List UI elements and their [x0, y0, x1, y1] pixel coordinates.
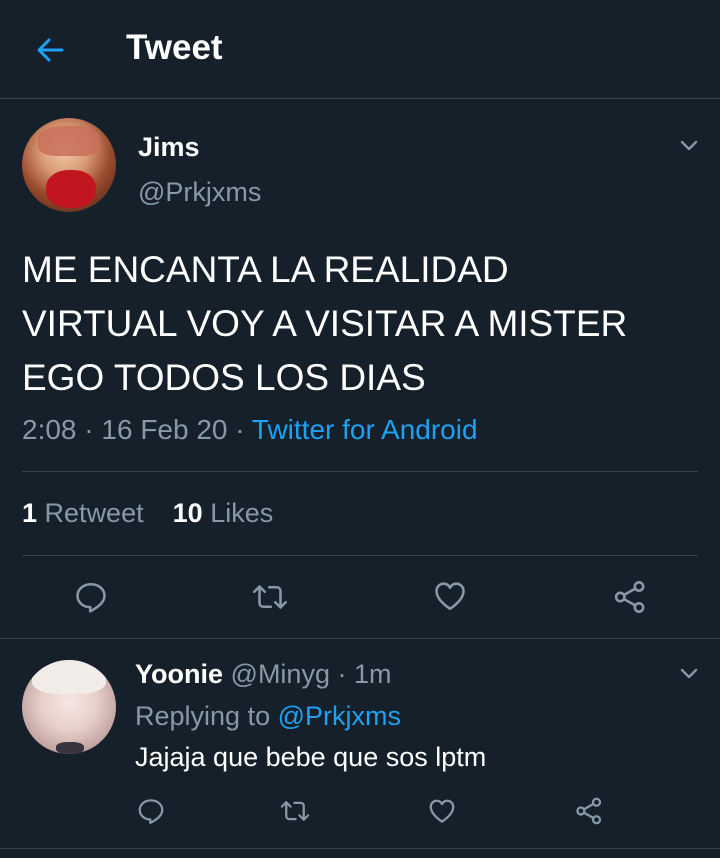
replying-to: Replying to @Prkjxms	[135, 701, 401, 732]
tweet-time: 2:08	[22, 414, 77, 445]
tweet-meta: 2:08 · 16 Feb 20 · Twitter for Android	[22, 414, 478, 446]
author-avatar[interactable]	[22, 118, 116, 212]
author-name[interactable]: Jims	[138, 132, 200, 163]
tweet-date: 16 Feb 20	[101, 414, 228, 445]
reply-age: 1m	[354, 659, 392, 689]
tweet-divider	[0, 638, 720, 639]
likes-stat[interactable]: 10 Likes	[173, 498, 274, 528]
tweet-stats: 1 Retweet 10 Likes	[22, 498, 273, 529]
replying-to-handle[interactable]: @Prkjxms	[278, 701, 401, 731]
page-title: Tweet	[126, 28, 223, 67]
likes-count: 10	[172, 498, 203, 528]
likes-label: Likes	[210, 498, 274, 528]
meta-divider	[22, 471, 698, 472]
meta-separator: ·	[337, 659, 347, 689]
tweet-text-line: EGO TODOS LOS DIAS	[22, 357, 426, 398]
avatar-hair	[32, 660, 106, 694]
meta-separator: ·	[235, 414, 245, 445]
reply-divider	[0, 848, 720, 849]
heart-icon[interactable]	[432, 578, 468, 614]
tweet-text-line: ME ENCANTA LA REALIDAD	[22, 249, 509, 290]
chevron-down-icon[interactable]	[678, 134, 700, 156]
retweet-icon[interactable]	[278, 796, 312, 826]
avatar-hair	[38, 126, 100, 156]
avatar-shirt	[56, 742, 84, 754]
header-divider	[0, 98, 720, 99]
top-app-bar: Tweet	[0, 0, 720, 98]
reply-icon[interactable]	[136, 796, 166, 826]
retweet-count: 1	[22, 498, 38, 528]
arrow-left-icon[interactable]	[34, 34, 66, 66]
reply-author-name[interactable]: Yoonie	[135, 659, 223, 689]
heart-icon[interactable]	[427, 796, 457, 826]
chevron-down-icon[interactable]	[678, 662, 700, 684]
reply-author-handle[interactable]: @Minyg	[231, 659, 330, 689]
meta-separator: ·	[84, 414, 94, 445]
retweet-label: Retweet	[44, 498, 144, 528]
tweet-source-link[interactable]: Twitter for Android	[252, 414, 478, 445]
retweet-stat[interactable]: 1 Retweet	[22, 498, 151, 528]
author-handle[interactable]: @Prkjxms	[138, 177, 261, 208]
avatar-red-sleeve	[46, 170, 96, 208]
share-icon[interactable]	[574, 796, 604, 826]
reply-header: Yoonie @Minyg · 1m	[135, 659, 392, 690]
retweet-icon[interactable]	[250, 579, 290, 615]
tweet-text-line: VIRTUAL VOY A VISITAR A MISTER	[22, 303, 628, 344]
reply-author-avatar[interactable]	[22, 660, 116, 754]
replying-to-label: Replying to	[135, 701, 271, 731]
reply-icon[interactable]	[73, 579, 109, 615]
stats-divider	[22, 555, 698, 556]
tweet-text: ME ENCANTA LA REALIDAD VIRTUAL VOY A VIS…	[22, 243, 627, 405]
share-icon[interactable]	[612, 579, 648, 615]
reply-text: Jajaja que bebe que sos lptm	[135, 742, 487, 772]
